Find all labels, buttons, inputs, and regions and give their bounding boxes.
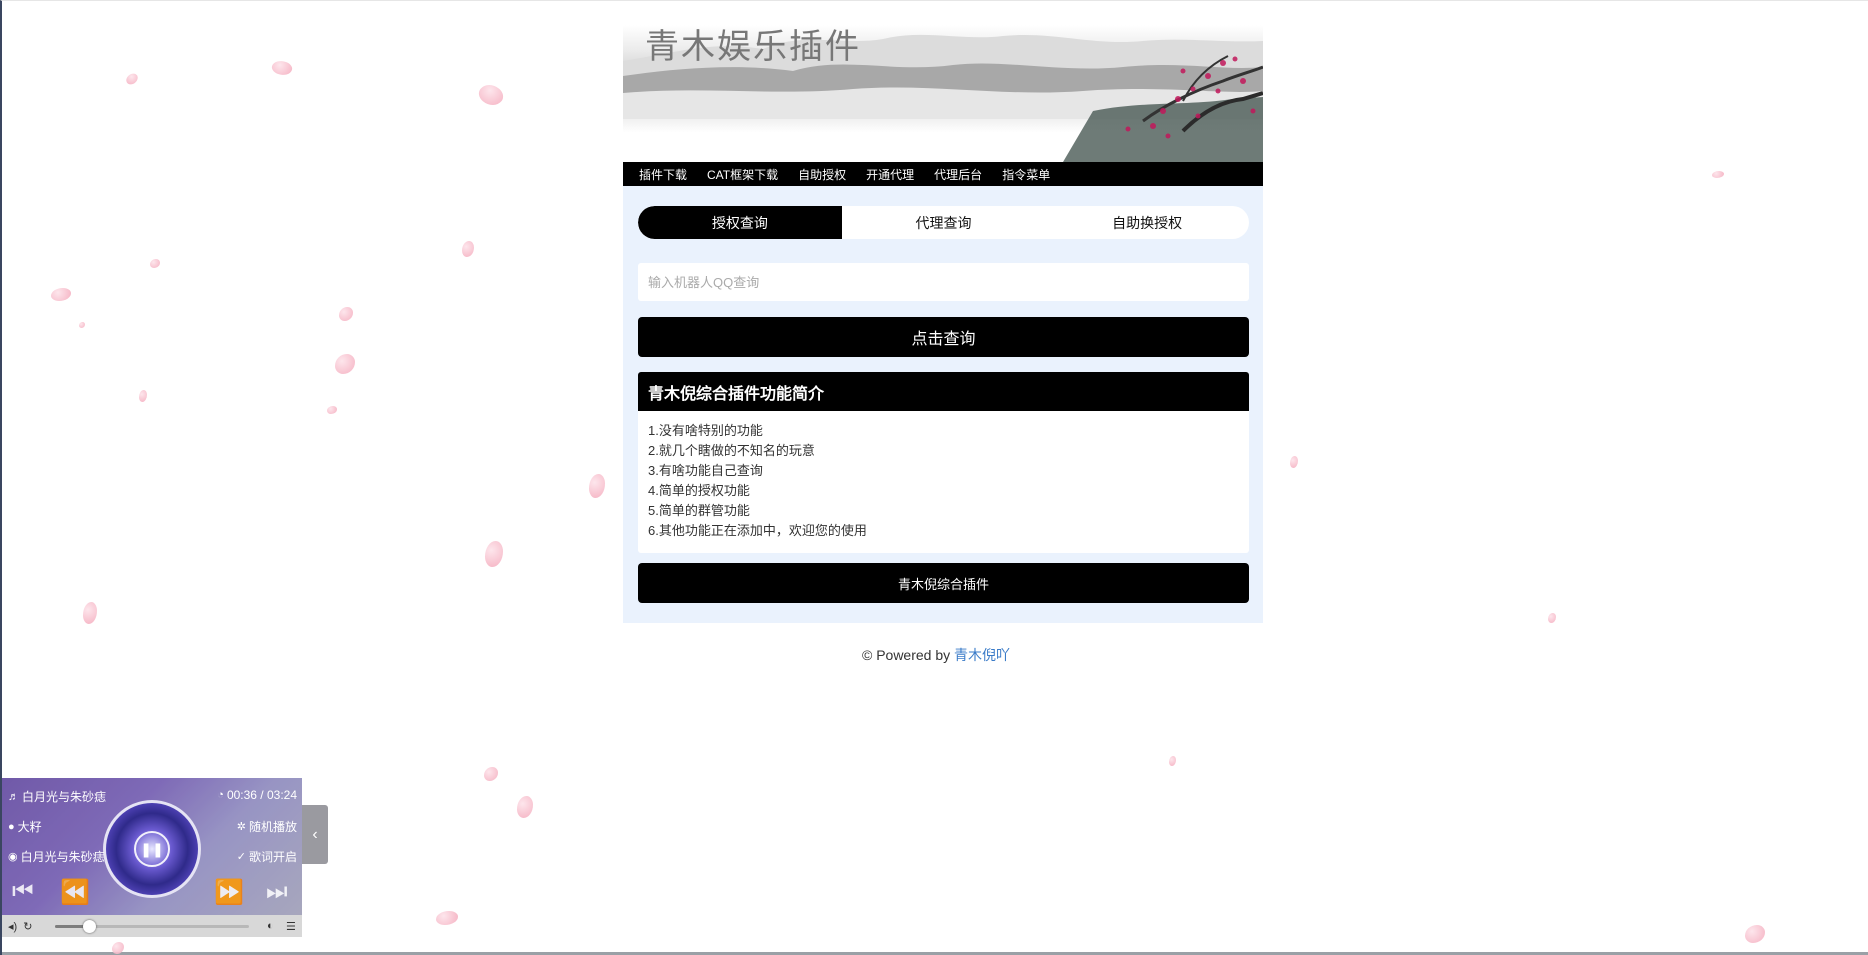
shuffle-icon: ✲ — [236, 821, 246, 833]
play-time: 00:36 / 03:24 — [226, 788, 297, 802]
petal — [1745, 925, 1765, 943]
album-name: 白月光与朱砂痣 — [20, 850, 105, 864]
play-mode-toggle[interactable]: ✲ 随机播放 — [237, 818, 297, 835]
album-row: ◉ 白月光与朱砂痣 — [8, 848, 105, 865]
progress-bar: ◂) ↻ ◐ ☰ — [2, 915, 302, 937]
skip-last-button[interactable]: ⏭ — [266, 878, 288, 906]
petal — [436, 911, 458, 925]
petal — [1712, 171, 1724, 178]
intro-title: 青木倪综合插件功能简介 — [638, 372, 1249, 411]
progress-knob[interactable] — [83, 920, 97, 933]
nav-self-authorize[interactable]: 自助授权 — [798, 166, 846, 183]
petal — [484, 767, 498, 781]
tab-agent-query[interactable]: 代理查询 — [842, 206, 1046, 239]
progress-track[interactable] — [55, 920, 249, 933]
list-item: 2.就几个瞎做的不知名的玩意 — [648, 443, 815, 458]
chevron-left-icon: ‹ — [312, 825, 318, 843]
header-banner: 青木娱乐插件 — [623, 1, 1263, 162]
disc-icon: ◉ — [8, 851, 18, 863]
skip-first-icon: ⏮ — [12, 878, 34, 905]
nav-open-agent[interactable]: 开通代理 — [866, 166, 914, 183]
music-note-icon: ♬ — [8, 790, 19, 803]
robot-qq-input[interactable] — [638, 263, 1249, 301]
powered-prefix: © Powered by — [861, 647, 955, 663]
feature-list: 1.没有啥特别的功能 2.就几个瞎做的不知名的玩意 3.有啥功能自己查询 4.简… — [638, 411, 1249, 551]
playlist-icon[interactable]: ☰ — [286, 920, 296, 933]
petal — [475, 79, 507, 111]
time-row: ◔ 00:36 / 03:24 — [217, 788, 297, 802]
nav-plugin-download[interactable]: 插件下载 — [639, 166, 687, 183]
intro-panel: 青木倪综合插件功能简介 1.没有啥特别的功能 2.就几个瞎做的不知名的玩意 3.… — [638, 372, 1249, 553]
skip-first-button[interactable]: ⏮ — [12, 878, 34, 906]
rewind-icon: ⏪ — [60, 879, 90, 906]
petal — [339, 307, 353, 321]
lyrics-label: 歌词开启 — [248, 850, 297, 864]
petal — [485, 541, 503, 567]
list-item: 3.有啥功能自己查询 — [648, 463, 763, 478]
check-circle-icon: ✓ — [236, 851, 246, 863]
volume-icon[interactable]: ◂) — [8, 920, 17, 933]
plugin-footer-button[interactable]: 青木倪综合插件 — [638, 563, 1249, 603]
play-mode-label: 随机播放 — [248, 820, 297, 834]
main-container: 青木娱乐插件 插件下载 CAT框架下载 自助授权 开通代理 代理后台 指令菜单 … — [623, 1, 1263, 623]
query-button[interactable]: 点击查询 — [638, 317, 1249, 357]
song-title-row: ♬ 白月光与朱砂痣 — [8, 788, 106, 805]
banner-title: 青木娱乐插件 — [645, 27, 861, 67]
artist-name: 大籽 — [17, 820, 42, 834]
fast-forward-icon: ⏩ — [214, 879, 244, 906]
petal — [1169, 756, 1176, 766]
nav-cat-framework-download[interactable]: CAT框架下载 — [707, 166, 778, 183]
petal — [462, 241, 474, 257]
song-title: 白月光与朱砂痣 — [22, 790, 107, 804]
petal — [517, 796, 533, 818]
petal — [270, 58, 294, 78]
list-item: 1.没有啥特别的功能 — [648, 423, 763, 438]
petal — [327, 406, 337, 414]
album-disc: ❚❚ — [103, 800, 201, 898]
collapse-player-button[interactable]: ‹ — [302, 805, 328, 864]
query-tabs: 授权查询 代理查询 自助换授权 — [638, 206, 1249, 239]
petal — [1548, 613, 1556, 623]
toggle-icon[interactable]: ◐ — [267, 920, 274, 932]
petal — [79, 322, 85, 328]
loop-icon[interactable]: ↻ — [23, 920, 32, 933]
list-item: 5.简单的群管功能 — [648, 503, 750, 518]
petal — [124, 71, 140, 87]
tab-auth-query[interactable]: 授权查询 — [638, 206, 842, 239]
powered-by: © Powered by 青木倪吖 — [2, 645, 1868, 665]
petal — [51, 288, 71, 301]
skip-last-icon: ⏭ — [266, 878, 288, 905]
list-item: 6.其他功能正在添加中，欢迎您的使用 — [648, 523, 867, 538]
nav-agent-backend[interactable]: 代理后台 — [934, 166, 982, 183]
clock-icon: ◔ — [217, 789, 224, 801]
fast-forward-button[interactable]: ⏩ — [214, 878, 244, 907]
petal — [139, 390, 147, 402]
pause-button[interactable]: ❚❚ — [134, 831, 170, 867]
petal — [1290, 456, 1298, 468]
user-icon: ● — [8, 820, 15, 833]
nav-command-menu[interactable]: 指令菜单 — [1002, 166, 1050, 183]
petal — [335, 354, 355, 374]
rewind-button[interactable]: ⏪ — [60, 878, 90, 907]
petal — [589, 474, 605, 498]
music-player: ❚❚ ♬ 白月光与朱砂痣 ◔ 00:36 / 03:24 ● 大籽 ✲ 随机播放… — [2, 778, 302, 937]
top-nav: 插件下载 CAT框架下载 自助授权 开通代理 代理后台 指令菜单 — [623, 162, 1263, 186]
list-item: 4.简单的授权功能 — [648, 483, 750, 498]
lyrics-toggle[interactable]: ✓ 歌词开启 — [237, 848, 297, 865]
artist-row: ● 大籽 — [8, 818, 42, 835]
petal — [83, 602, 97, 624]
author-link[interactable]: 青木倪吖 — [954, 647, 1010, 663]
pause-icon: ❚❚ — [140, 840, 164, 857]
tab-self-change-auth[interactable]: 自助换授权 — [1045, 206, 1249, 239]
petal — [150, 259, 160, 268]
